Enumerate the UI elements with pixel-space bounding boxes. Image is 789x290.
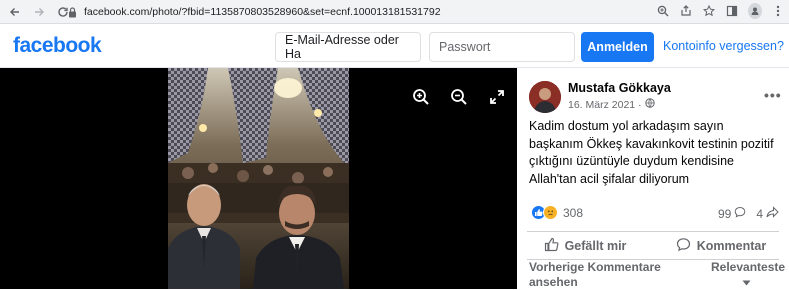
facebook-header: facebook E-Mail-Adresse oder Ha Passwort… <box>0 25 789 68</box>
menu-icon[interactable] <box>771 3 785 19</box>
profile-icon[interactable] <box>748 3 762 19</box>
lock-icon <box>66 6 78 18</box>
share-arrow-icon <box>766 206 779 221</box>
like-button[interactable]: Gefällt mir <box>517 233 653 259</box>
author-name[interactable]: Mustafa Gökkaya <box>568 81 671 95</box>
post-date-text: 16. März 2021 · <box>568 98 642 111</box>
shares-count[interactable]: 4 <box>756 206 779 221</box>
password-field[interactable]: Passwort <box>429 32 575 62</box>
shares-count-text: 4 <box>756 206 763 221</box>
forgot-account-link[interactable]: Kontoinfo vergessen? <box>663 39 784 53</box>
caret-down-icon <box>742 275 751 289</box>
browser-toolbar: facebook.com/photo/?fbid=113587080352896… <box>0 0 789 24</box>
zoom-icon[interactable] <box>656 3 670 19</box>
url-text: facebook.com/photo/?fbid=113587080352896… <box>84 6 441 18</box>
fullscreen-icon[interactable] <box>486 86 508 108</box>
email-field[interactable]: E-Mail-Adresse oder Ha <box>275 32 421 62</box>
zoom-in-icon[interactable] <box>410 86 432 108</box>
share-icon[interactable] <box>679 3 693 19</box>
comment-bubble-icon <box>734 206 746 221</box>
post-panel: Mustafa Gökkaya 16. März 2021 · ••• Kadi… <box>517 68 789 289</box>
comment-sort-dropdown[interactable]: Relevanteste <box>711 260 785 290</box>
back-arrow-icon[interactable] <box>6 3 24 21</box>
photo-viewer <box>0 68 517 289</box>
post-photo[interactable] <box>168 68 349 289</box>
like-label: Gefällt mir <box>564 239 627 253</box>
login-button[interactable]: Anmelden <box>581 32 654 62</box>
address-bar[interactable]: facebook.com/photo/?fbid=113587080352896… <box>66 3 662 21</box>
comments-count[interactable]: 99 <box>718 206 746 221</box>
thumbs-up-icon <box>544 237 559 255</box>
comment-icon <box>676 237 691 255</box>
view-previous-comments-link[interactable]: Vorherige Kommentare ansehen <box>529 260 669 290</box>
comment-sort-label: Relevanteste <box>711 260 786 274</box>
post-date[interactable]: 16. März 2021 · <box>568 98 655 111</box>
zoom-out-icon[interactable] <box>448 86 470 108</box>
post-text: Kadim dostum yol arkadaşım sayın başkanı… <box>529 119 774 186</box>
divider <box>527 231 779 232</box>
comment-label: Kommentar <box>696 239 767 253</box>
reactions-summary[interactable]: 308 <box>531 205 583 220</box>
comments-count-text: 99 <box>717 206 732 221</box>
more-options-icon[interactable]: ••• <box>764 87 782 103</box>
comment-button[interactable]: Kommentar <box>653 233 789 259</box>
globe-icon <box>644 98 655 111</box>
sad-reaction-icon <box>543 205 558 220</box>
forward-arrow-icon[interactable] <box>30 3 48 21</box>
reaction-count: 308 <box>563 205 584 220</box>
star-icon[interactable] <box>702 3 716 19</box>
author-avatar[interactable] <box>529 81 561 113</box>
sidebar-icon[interactable] <box>725 3 739 19</box>
facebook-logo[interactable]: facebook <box>13 34 102 58</box>
